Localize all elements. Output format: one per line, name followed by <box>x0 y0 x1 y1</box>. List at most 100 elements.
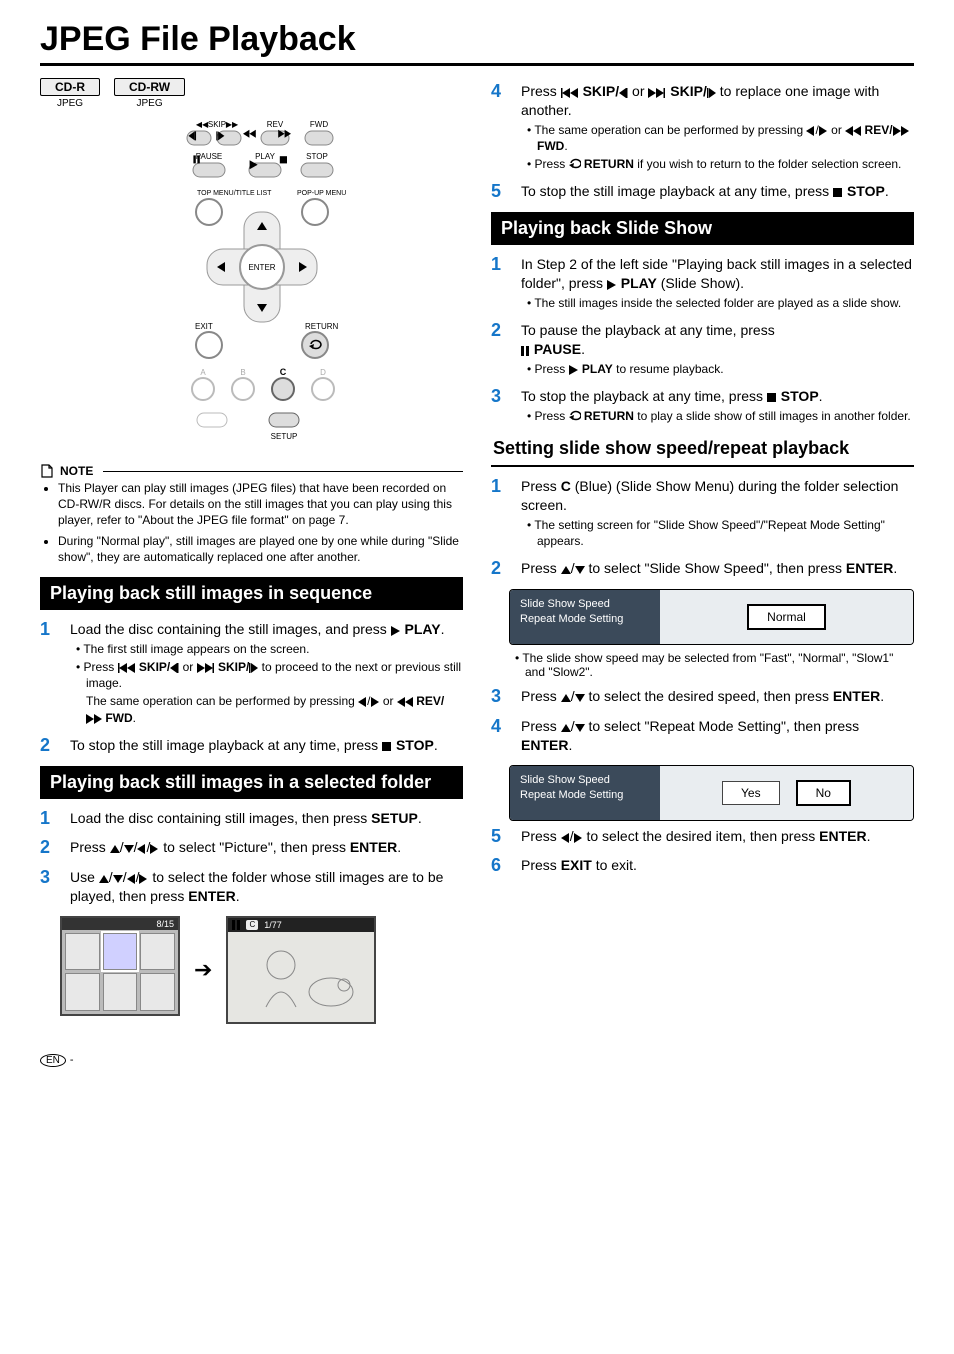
option-no: No <box>796 780 851 806</box>
step: 1 Load the disc containing still images,… <box>40 809 463 829</box>
step-bold: PLAY <box>405 621 441 637</box>
step-number: 1 <box>40 620 58 726</box>
svg-text:SKIP: SKIP <box>207 120 225 129</box>
svg-text:FWD: FWD <box>309 120 327 129</box>
step-sub: • The slide show speed may be selected f… <box>491 651 914 679</box>
step: 2 To pause the playback at any time, pre… <box>491 321 914 377</box>
stop-icon <box>767 393 777 403</box>
left-icon <box>806 126 815 136</box>
right-icon <box>371 697 380 707</box>
step-back-icon <box>619 88 628 98</box>
lang-badge: EN <box>40 1054 66 1067</box>
step-sub: • The setting screen for "Slide Show Spe… <box>521 517 914 549</box>
step-number: 2 <box>40 736 58 756</box>
note-list: This Player can play still images (JPEG … <box>40 480 463 565</box>
fwd-icon <box>893 126 909 136</box>
svg-text:ENTER: ENTER <box>248 263 275 272</box>
svg-text:PLAY: PLAY <box>255 152 276 161</box>
svg-text:SETUP: SETUP <box>270 432 297 441</box>
step-back-icon <box>170 663 179 673</box>
step-sub: • The same operation can be performed by… <box>521 122 914 154</box>
right-icon <box>819 126 828 136</box>
step-sub: • The first still image appears on the s… <box>70 641 463 657</box>
step: 4 Press / to select "Repeat Mode Setting… <box>491 717 914 755</box>
remote-diagram: ◀◀ SKIP ▶▶ REV FWD PAUSE PLAY STOP <box>40 117 463 450</box>
step-fwd-icon <box>707 88 716 98</box>
play-icon <box>607 280 617 290</box>
speed-menu: Slide Show Speed Repeat Mode Setting Nor… <box>509 589 914 645</box>
step: 3 To stop the playback at any time, pres… <box>491 387 914 424</box>
up-icon <box>561 694 571 703</box>
play-icon <box>569 365 579 375</box>
section-heading: Playing back still images in sequence <box>40 577 463 610</box>
note-header: NOTE <box>40 464 463 478</box>
repeat-menu: Slide Show Speed Repeat Mode Setting Yes… <box>509 765 914 821</box>
step: 6 Press EXIT to exit. <box>491 856 914 876</box>
badge-cdr-sub: JPEG <box>40 98 100 109</box>
section-heading: Setting slide show speed/repeat playback <box>491 434 914 467</box>
right-icon <box>150 844 159 854</box>
skip-fwd-icon <box>648 88 666 98</box>
right-icon <box>139 874 148 884</box>
step-sub: • Press PLAY to resume playback. <box>521 361 914 377</box>
folder-preview: 8/15 ➔ C 1/77 <box>40 916 463 1024</box>
arrow-right-icon: ➔ <box>190 957 216 983</box>
play-icon <box>391 626 401 636</box>
left-icon <box>127 874 136 884</box>
thumbnail-grid: 8/15 <box>60 916 180 1016</box>
down-icon <box>113 875 123 884</box>
down-icon <box>575 566 585 575</box>
note-item: This Player can play still images (JPEG … <box>58 480 463 529</box>
rev-icon <box>845 126 861 136</box>
stop-icon <box>833 188 843 198</box>
step: 3 Use /// to select the folder whose sti… <box>40 868 463 906</box>
preview-counter: 1/77 <box>264 920 282 930</box>
left-icon <box>137 844 146 854</box>
document-icon <box>40 464 54 478</box>
step: 1 Press C (Blue) (Slide Show Menu) durin… <box>491 477 914 549</box>
return-icon <box>569 158 581 170</box>
right-icon <box>574 833 583 843</box>
up-icon <box>561 724 571 733</box>
step: 5 Press / to select the desired item, th… <box>491 827 914 847</box>
rev-icon <box>397 697 413 707</box>
step: 2 To stop the still image playback at an… <box>40 736 463 756</box>
menu-item: Slide Show Speed <box>520 774 650 786</box>
svg-text:B: B <box>240 368 245 377</box>
svg-text:STOP: STOP <box>306 152 328 161</box>
page-footer: EN - <box>40 1054 914 1067</box>
svg-text:TOP MENU/TITLE LIST: TOP MENU/TITLE LIST <box>197 190 272 197</box>
step-sub: • Press SKIP/ or SKIP/ to proceed to the… <box>70 659 463 691</box>
image-preview: C 1/77 <box>226 916 376 1024</box>
svg-text:▶▶: ▶▶ <box>225 120 238 129</box>
svg-text:D: D <box>320 368 326 377</box>
step: 2 Press /// to select "Picture", then pr… <box>40 838 463 858</box>
step: 4 Press SKIP/ or SKIP/ to replace one im… <box>491 82 914 172</box>
left-icon <box>358 697 367 707</box>
step-sub: • Press RETURN to play a slide show of s… <box>521 408 914 424</box>
return-icon <box>569 410 581 422</box>
svg-text:EXIT: EXIT <box>195 322 213 331</box>
disc-badges: CD-R JPEG CD-RW JPEG <box>40 78 463 109</box>
svg-text:POP-UP MENU: POP-UP MENU <box>297 190 346 197</box>
pause-icon <box>521 346 530 356</box>
thumb-counter: 8/15 <box>62 918 178 930</box>
down-icon <box>575 724 585 733</box>
svg-text:C: C <box>279 367 286 377</box>
left-icon <box>561 833 570 843</box>
svg-text:REV: REV <box>266 120 283 129</box>
menu-item: Repeat Mode Setting <box>520 789 650 801</box>
note-item: During "Normal play", still images are p… <box>58 533 463 565</box>
fwd-icon <box>86 714 102 724</box>
step: 1 Load the disc containing the still ima… <box>40 620 463 726</box>
step: 5 To stop the still image playback at an… <box>491 182 914 202</box>
menu-item: Repeat Mode Setting <box>520 613 650 625</box>
stop-icon <box>382 742 392 752</box>
option-normal: Normal <box>747 604 826 630</box>
skip-back-icon <box>118 663 136 673</box>
badge-cdr: CD-R <box>40 78 100 96</box>
badge-cdrw-sub: JPEG <box>114 98 185 109</box>
up-icon <box>561 566 571 575</box>
svg-text:A: A <box>200 368 206 377</box>
note-title: NOTE <box>60 464 93 478</box>
